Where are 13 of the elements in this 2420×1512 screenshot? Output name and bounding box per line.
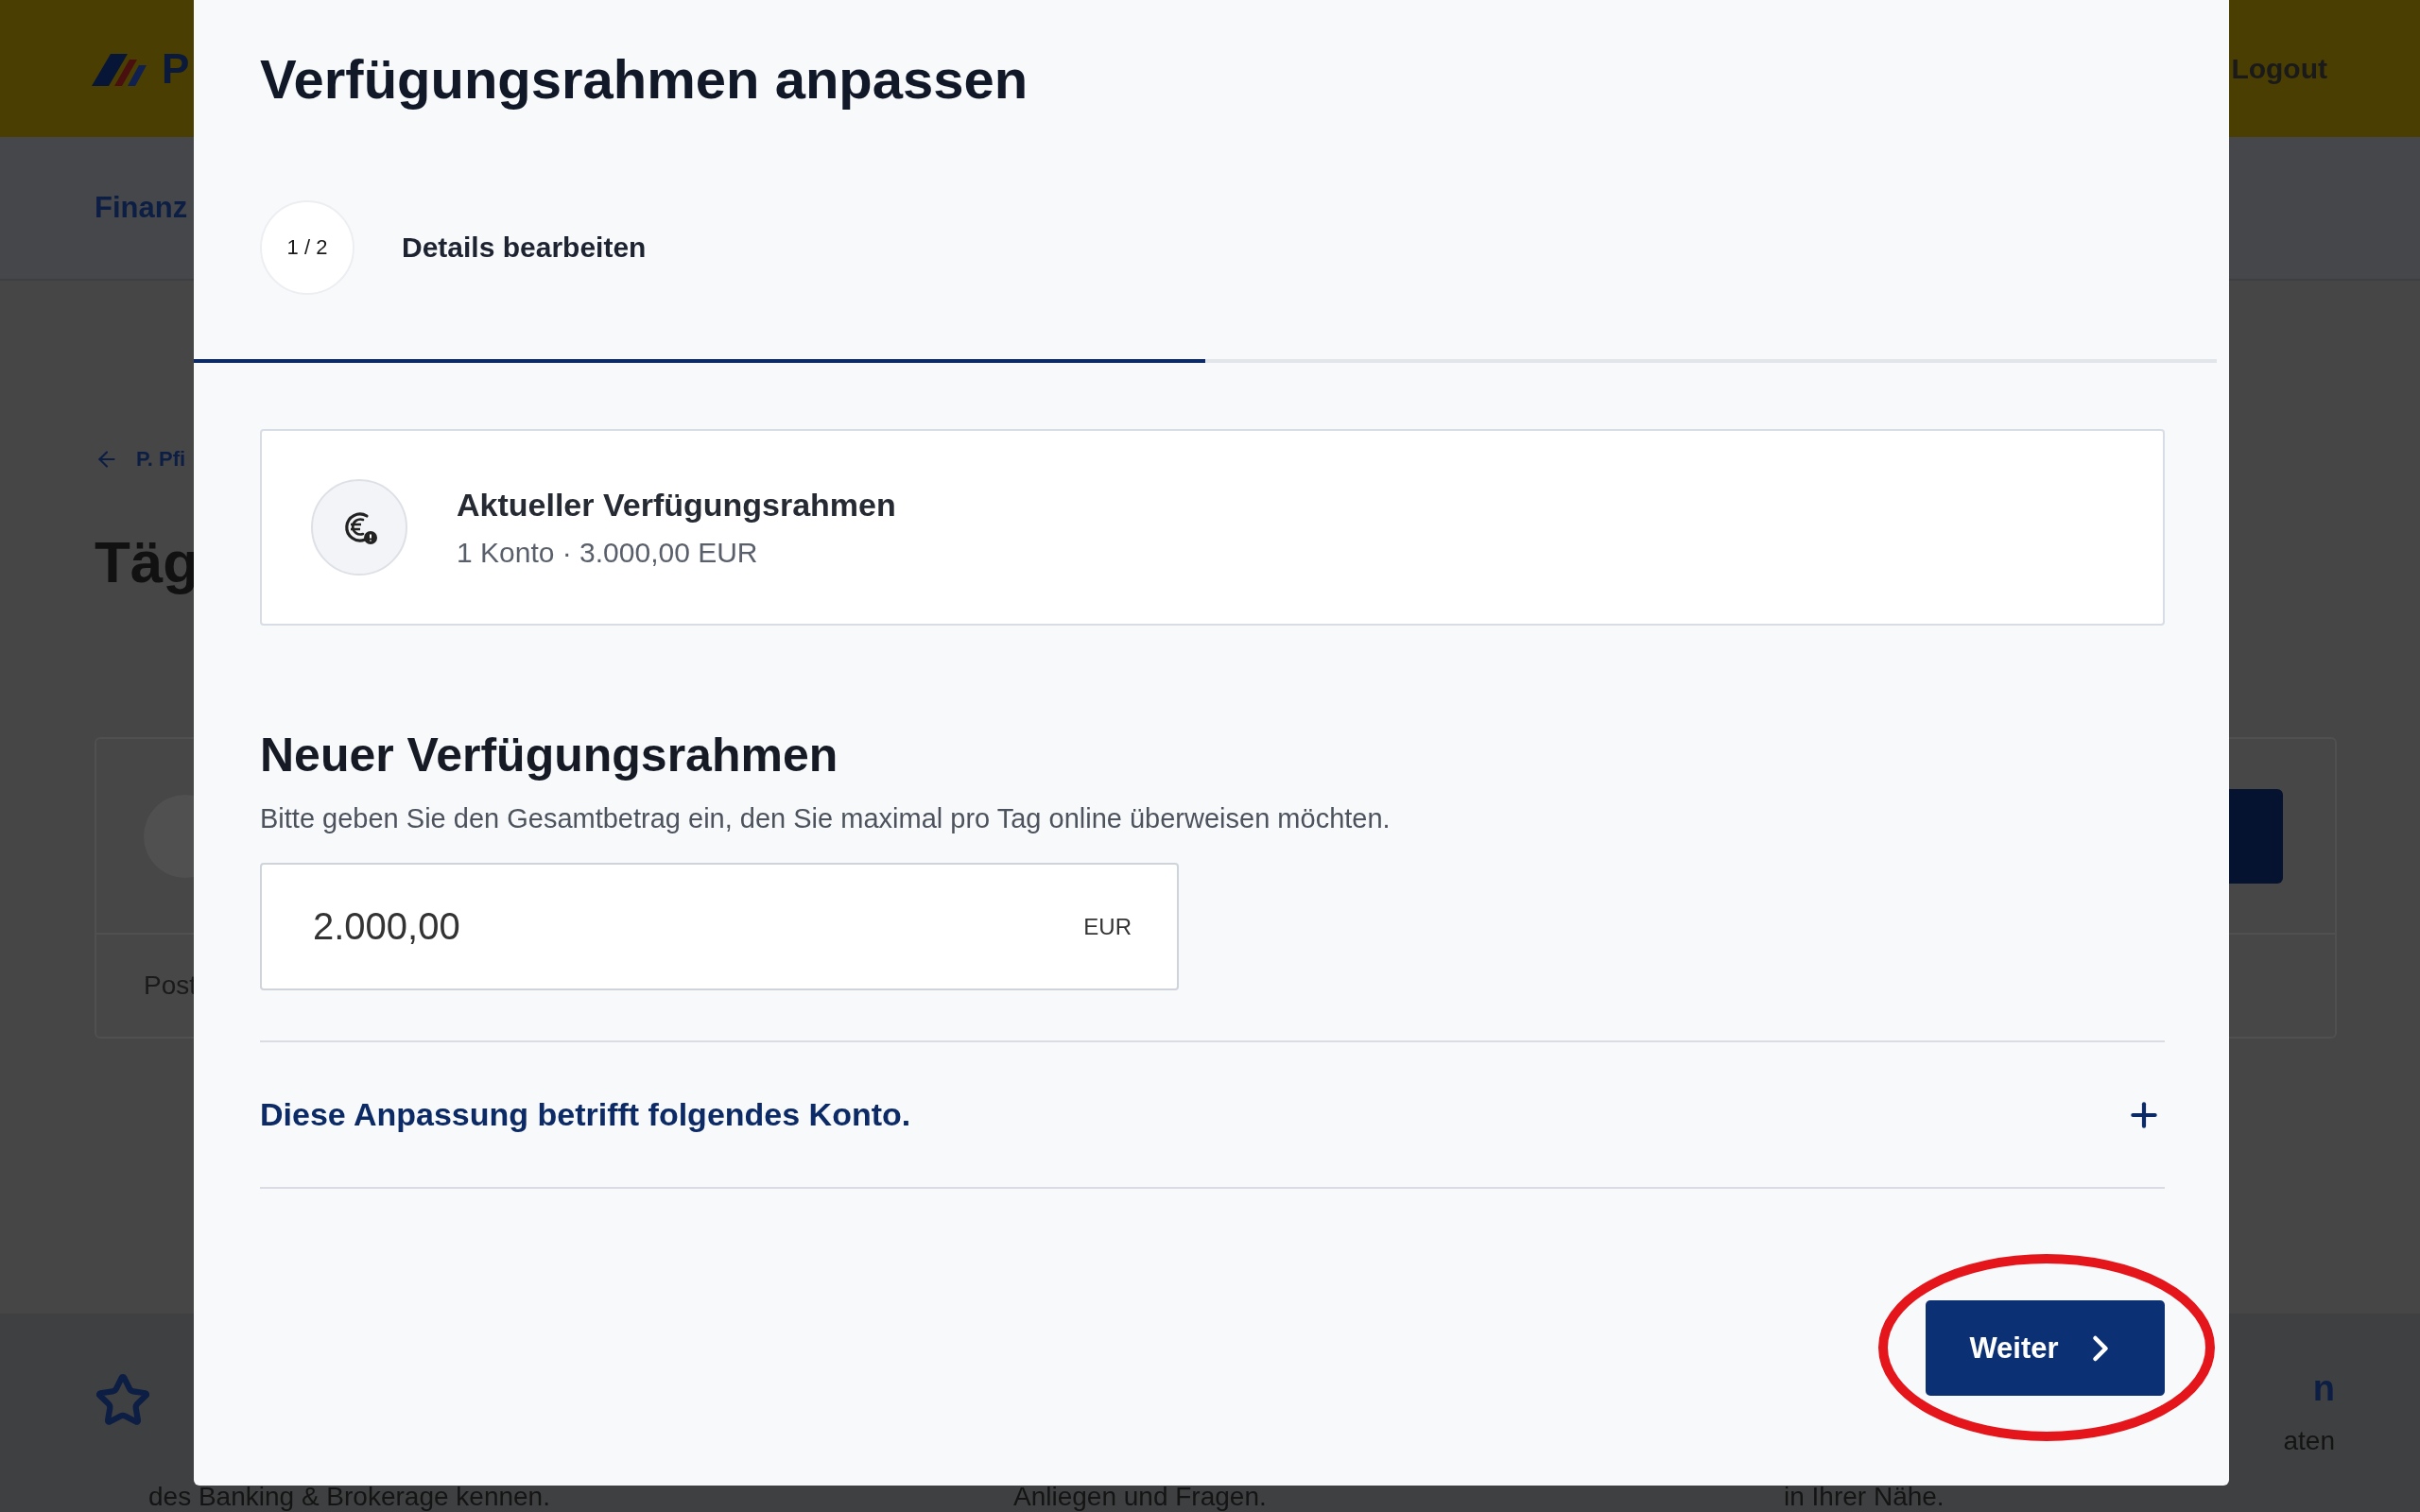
accordion-header[interactable]: Diese Anpassung betrifft folgendes Konto. (260, 1040, 2165, 1189)
amount-field[interactable]: 2.000,00 EUR (260, 863, 1179, 990)
card-title: Aktueller Verfügungsrahmen (457, 486, 896, 524)
currency-label: EUR (1083, 913, 1132, 940)
step-label: Details bearbeiten (402, 232, 647, 264)
dialog-title: Verfügungsrahmen anpassen (260, 47, 1029, 112)
amount-input[interactable]: 2.000,00 (311, 904, 1084, 949)
section-title: Neuer Verfügungsrahmen (260, 728, 839, 782)
hint-text: Bitte geben Sie den Gesamtbetrag ein, den Sie maximal pro Tag online überweisen möchten. (260, 803, 1392, 834)
card-detail: 1 Konto · 3.000,00 EUR (457, 536, 759, 569)
next-button[interactable]: Weiter (1926, 1300, 2165, 1396)
step-counter: 1 / 2 (260, 200, 354, 295)
brand-name: P (162, 44, 190, 93)
